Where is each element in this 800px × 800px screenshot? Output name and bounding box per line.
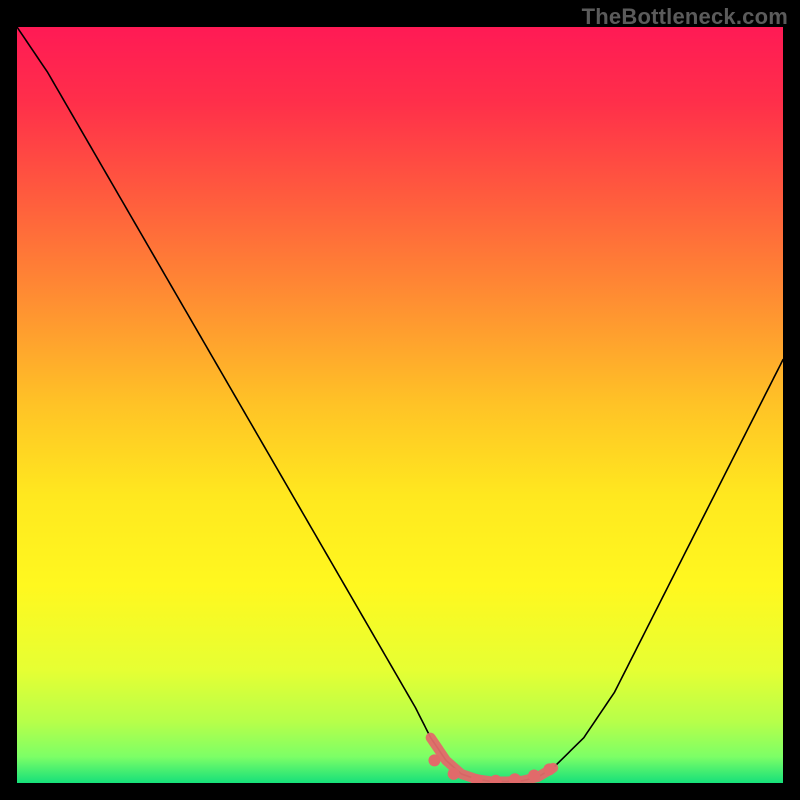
bottleneck-curve-chart — [17, 27, 783, 783]
watermark-text: TheBottleneck.com — [582, 4, 788, 30]
chart-container: TheBottleneck.com — [0, 0, 800, 800]
gradient-background — [17, 27, 783, 783]
plot-area — [17, 27, 783, 783]
